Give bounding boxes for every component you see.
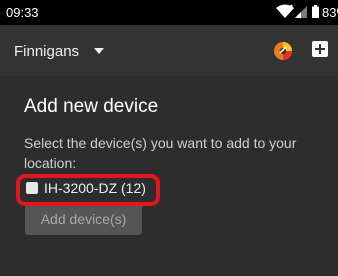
device-list-item[interactable]: IH-3200-DZ (12) — [26, 177, 146, 199]
app-bar: Finnigans — [0, 25, 338, 76]
add-device-button[interactable]: Add device(s) — [25, 203, 142, 235]
chevron-down-icon — [94, 48, 105, 54]
status-time: 09:33 — [6, 5, 39, 20]
instruction-text: Select the device(s) you want to add to … — [24, 135, 297, 171]
status-bar: 09:33 83% — [0, 0, 338, 25]
main-content: Add new device Select the device(s) you … — [0, 76, 338, 276]
page-title: Add new device — [24, 96, 159, 117]
add-icon[interactable] — [312, 41, 328, 57]
location-selector[interactable]: Finnigans — [14, 40, 105, 62]
location-name: Finnigans — [14, 42, 80, 60]
app-logo-icon[interactable] — [274, 42, 292, 60]
device-checkbox[interactable] — [26, 182, 38, 194]
signal-icon — [295, 6, 307, 18]
wifi-icon — [276, 4, 294, 18]
battery-icon — [312, 5, 319, 18]
battery-percentage: 83% — [322, 5, 338, 20]
device-label: IH-3200-DZ (12) — [44, 180, 146, 196]
